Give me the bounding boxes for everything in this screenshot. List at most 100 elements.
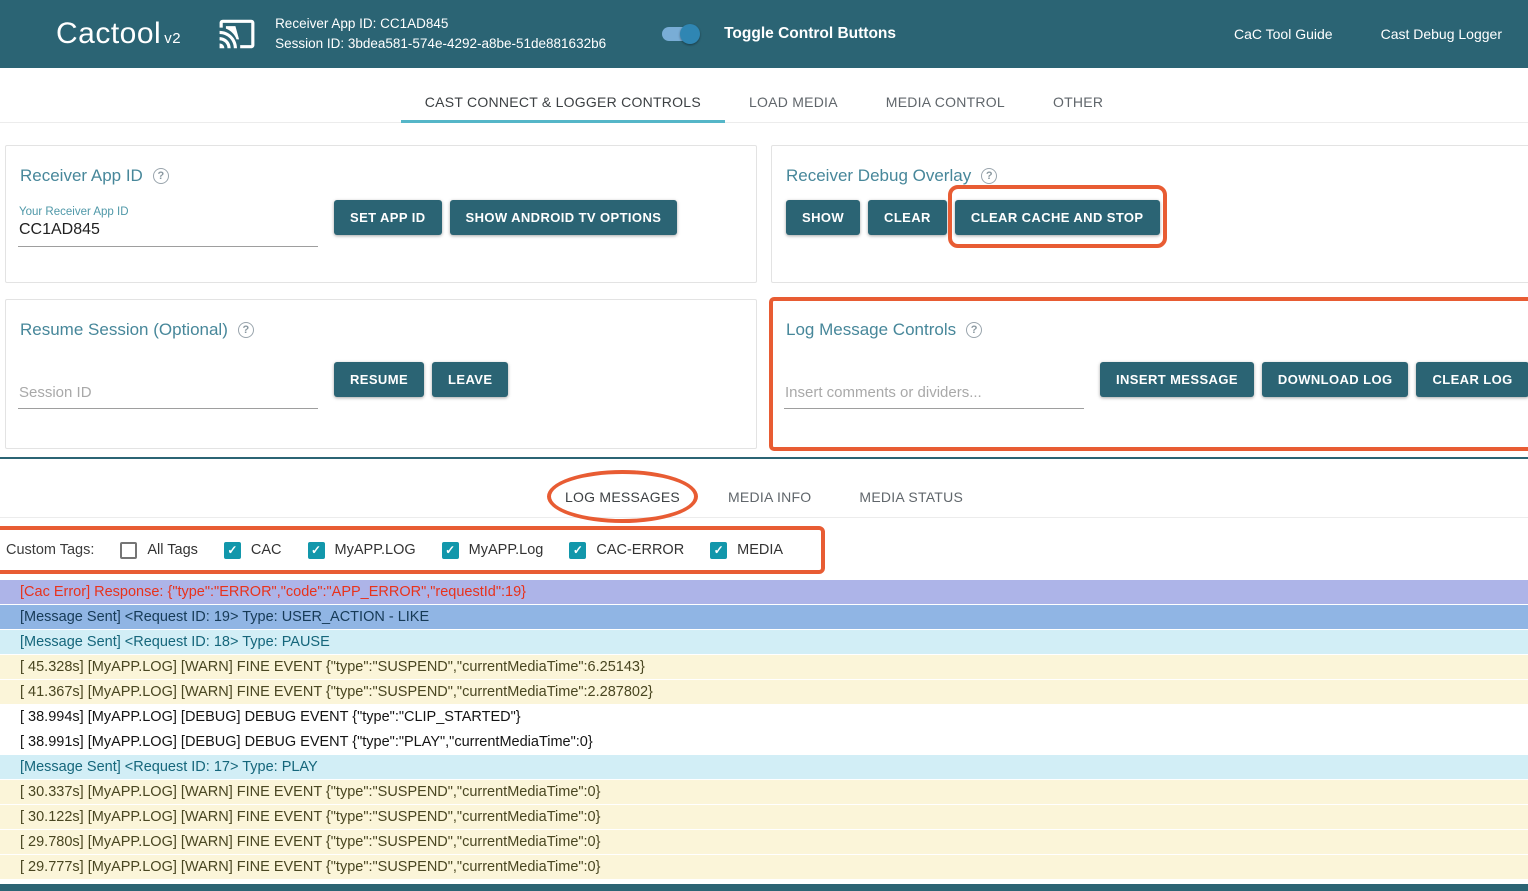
session-id-label: Session ID: [275,36,344,51]
button-row: SHOW CLEAR CLEAR CACHE AND STOP [786,200,1160,235]
tag-media[interactable]: MEDIA [710,542,783,559]
receiver-app-id-value: CC1AD845 [380,16,448,31]
receiver-app-id-field: Your Receiver App ID [18,206,318,247]
panel-title: Log Message Controls [786,320,956,340]
app-name: Cactool [56,17,161,50]
field-label: Your Receiver App ID [19,206,318,218]
checkbox-cac[interactable] [224,542,241,559]
toggle-label: Toggle Control Buttons [724,25,896,43]
panel-log-message-controls: Log Message Controls INSERT MESSAGE DOWN… [771,299,1528,449]
session-id-line: Session ID: 3bdea581-574e-4292-a8be-51de… [275,34,606,54]
toggle-knob [680,24,700,44]
panel-title: Receiver App ID [20,166,143,186]
panel-title-row: Receiver Debug Overlay [786,166,1528,186]
log-row: [ 29.780s] [MyAPP.LOG] [WARN] FINE EVENT… [0,830,1528,855]
receiver-app-id-line: Receiver App ID: CC1AD845 [275,14,606,34]
clear-cache-and-stop-button[interactable]: CLEAR CACHE AND STOP [955,200,1160,235]
tab-media-control[interactable]: MEDIA CONTROL [862,82,1029,122]
tab-load-media[interactable]: LOAD MEDIA [725,82,862,122]
receiver-app-id-input[interactable] [18,218,318,247]
checkbox-cac-error[interactable] [569,542,586,559]
receiver-app-id-label: Receiver App ID: [275,16,376,31]
log-row: [ 38.994s] [MyAPP.LOG] [DEBUG] DEBUG EVE… [0,705,1528,730]
resume-button[interactable]: RESUME [334,362,424,397]
panel-title-row: Log Message Controls [786,320,1528,340]
custom-tags-inner: Custom Tags: All Tags CAC MyAPP.LOG MyAP… [6,530,823,570]
tag-label: All Tags [147,542,198,558]
session-id-input[interactable] [18,381,318,409]
tag-myapp-log-mixed[interactable]: MyAPP.Log [442,542,544,559]
tag-label: MyAPP.Log [469,542,544,558]
link-cast-debug-logger[interactable]: Cast Debug Logger [1381,26,1502,42]
app-logo: Cactoolv2 [56,17,181,51]
log-row: [ 38.991s] [MyAPP.LOG] [DEBUG] DEBUG EVE… [0,730,1528,755]
panel-body: SHOW CLEAR CLEAR CACHE AND STOP [784,200,1528,247]
cast-icon [215,15,259,53]
log-message-list: [Cac Error] Response: {"type":"ERROR","c… [0,580,1528,880]
panel-title: Resume Session (Optional) [20,320,228,340]
tag-all-tags[interactable]: All Tags [120,542,198,559]
log-row: [Cac Error] Response: {"type":"ERROR","c… [0,580,1528,605]
tag-myapp-log-upper[interactable]: MyAPP.LOG [308,542,416,559]
button-row: INSERT MESSAGE DOWNLOAD LOG CLEAR LOG [1100,362,1528,397]
log-comment-field [784,369,1084,409]
set-app-id-button[interactable]: SET APP ID [334,200,442,235]
header-links: CaC Tool Guide Cast Debug Logger [1234,26,1502,42]
help-icon[interactable] [153,168,169,184]
session-info: Receiver App ID: CC1AD845 Session ID: 3b… [275,14,606,54]
footer-strip [0,884,1528,891]
link-cac-tool-guide[interactable]: CaC Tool Guide [1234,26,1333,42]
session-id-value: 3bdea581-574e-4292-a8be-51de881632b6 [348,36,606,51]
panel-title: Receiver Debug Overlay [786,166,971,186]
tag-label: MyAPP.LOG [335,542,416,558]
tab-cast-connect-logger-controls[interactable]: CAST CONNECT & LOGGER CONTROLS [401,82,725,122]
tag-label: CAC [251,542,282,558]
control-panels: Receiver App ID Your Receiver App ID SET… [0,145,1528,449]
app-header: Cactoolv2 Receiver App ID: CC1AD845 Sess… [0,0,1528,68]
app-version: v2 [164,30,181,47]
log-row: [ 29.777s] [MyAPP.LOG] [WARN] FINE EVENT… [0,855,1528,880]
log-row: [ 45.328s] [MyAPP.LOG] [WARN] FINE EVENT… [0,655,1528,680]
main-tabbar: CAST CONNECT & LOGGER CONTROLS LOAD MEDI… [0,68,1528,123]
tag-cac[interactable]: CAC [224,542,282,559]
tag-label: MEDIA [737,542,783,558]
panel-title-row: Resume Session (Optional) [20,320,744,340]
panel-title-row: Receiver App ID [20,166,744,186]
toggle-control-buttons-switch[interactable] [662,27,698,41]
log-row: [ 30.122s] [MyAPP.LOG] [WARN] FINE EVENT… [0,805,1528,830]
tab-media-status[interactable]: MEDIA STATUS [835,477,987,517]
panel-receiver-debug-overlay: Receiver Debug Overlay SHOW CLEAR CLEAR … [771,145,1528,283]
session-id-field [18,369,318,409]
download-log-button[interactable]: DOWNLOAD LOG [1262,362,1409,397]
tag-cac-error[interactable]: CAC-ERROR [569,542,684,559]
tab-other[interactable]: OTHER [1029,82,1127,122]
clear-log-button[interactable]: CLEAR LOG [1416,362,1528,397]
panel-body: Your Receiver App ID SET APP ID SHOW AND… [18,200,744,247]
tab-log-messages[interactable]: LOG MESSAGES [541,477,704,517]
show-button[interactable]: SHOW [786,200,860,235]
checkbox-myapp-log-mixed[interactable] [442,542,459,559]
clear-cache-button-wrap: CLEAR CACHE AND STOP [955,200,1160,235]
log-row: [Message Sent] <Request ID: 17> Type: PL… [0,755,1528,780]
tag-label: CAC-ERROR [596,542,684,558]
custom-tags-bar: Custom Tags: All Tags CAC MyAPP.LOG MyAP… [0,530,1528,570]
button-row: RESUME LEAVE [334,362,508,397]
panel-resume-session: Resume Session (Optional) RESUME LEAVE [5,299,757,449]
checkbox-all-tags[interactable] [120,542,137,559]
checkbox-myapp-log-upper[interactable] [308,542,325,559]
insert-message-button[interactable]: INSERT MESSAGE [1100,362,1254,397]
tab-media-info[interactable]: MEDIA INFO [704,477,835,517]
leave-button[interactable]: LEAVE [432,362,508,397]
button-row: SET APP ID SHOW ANDROID TV OPTIONS [334,200,677,235]
log-row: [Message Sent] <Request ID: 18> Type: PA… [0,630,1528,655]
clear-button[interactable]: CLEAR [868,200,947,235]
show-android-tv-options-button[interactable]: SHOW ANDROID TV OPTIONS [450,200,678,235]
log-tabbar: LOG MESSAGES MEDIA INFO MEDIA STATUS [0,459,1528,518]
help-icon[interactable] [238,322,254,338]
log-row: [Message Sent] <Request ID: 19> Type: US… [0,605,1528,630]
help-icon[interactable] [981,168,997,184]
checkbox-media[interactable] [710,542,727,559]
log-comment-input[interactable] [784,381,1084,409]
panel-body: INSERT MESSAGE DOWNLOAD LOG CLEAR LOG [784,362,1528,409]
help-icon[interactable] [966,322,982,338]
